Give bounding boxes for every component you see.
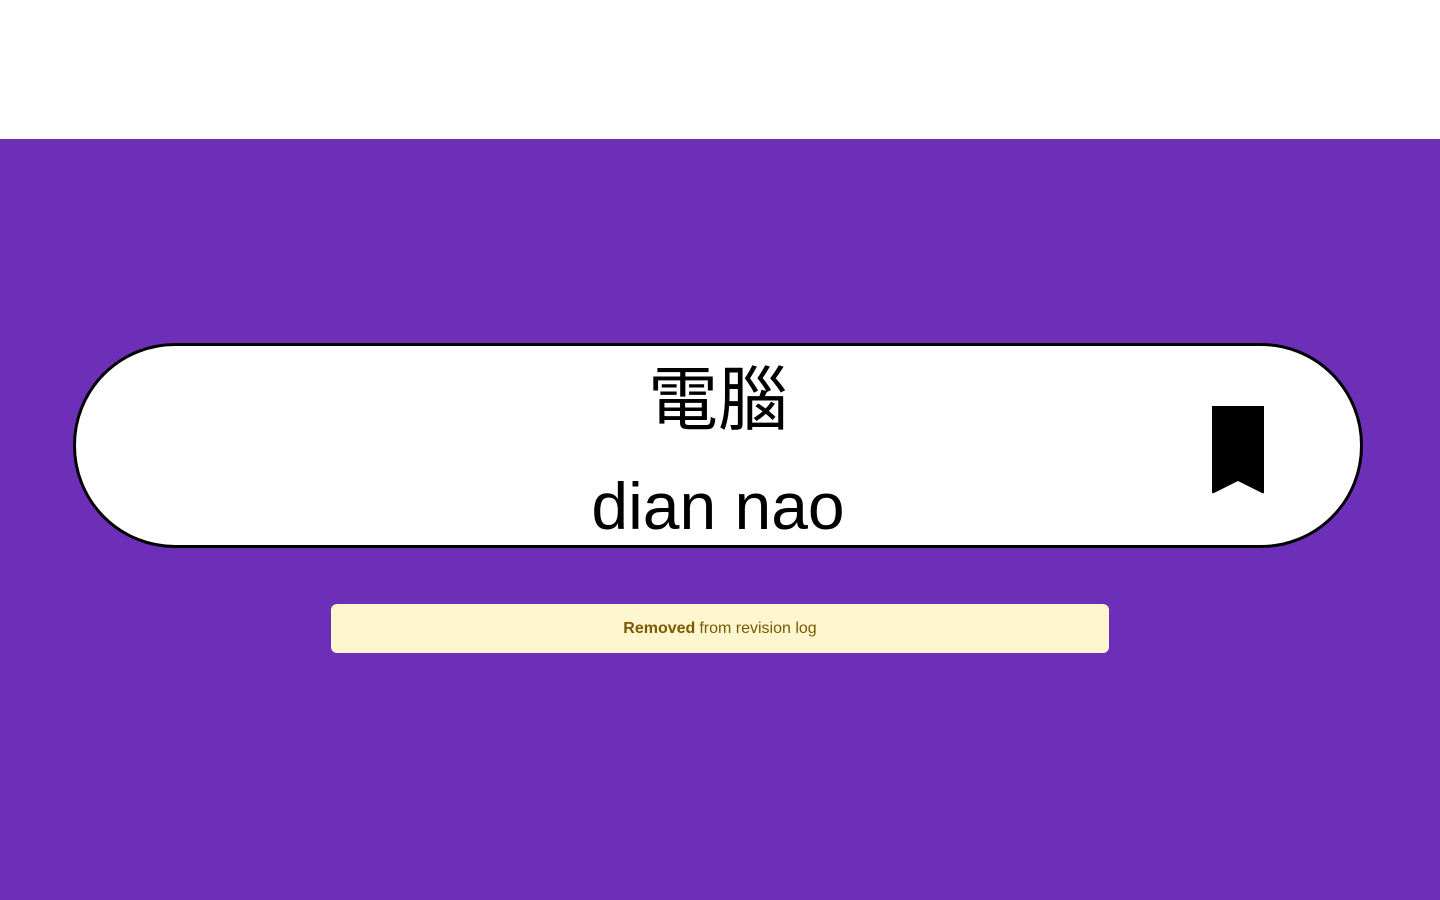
bookmark-button[interactable] xyxy=(1210,404,1266,498)
flashcard[interactable]: 電腦 dian nao xyxy=(73,343,1363,548)
toast-strong-text: Removed xyxy=(623,619,696,637)
hanzi-text: 電腦 xyxy=(648,359,788,441)
pinyin-text: dian nao xyxy=(591,469,845,543)
status-toast: Removed from revision log xyxy=(331,604,1109,653)
bookmark-icon xyxy=(1212,406,1264,494)
top-blank-area xyxy=(0,0,1440,139)
toast-text: from revision log xyxy=(699,619,817,637)
flashcard-stage: 電腦 dian nao Removed from revision log xyxy=(0,139,1440,900)
